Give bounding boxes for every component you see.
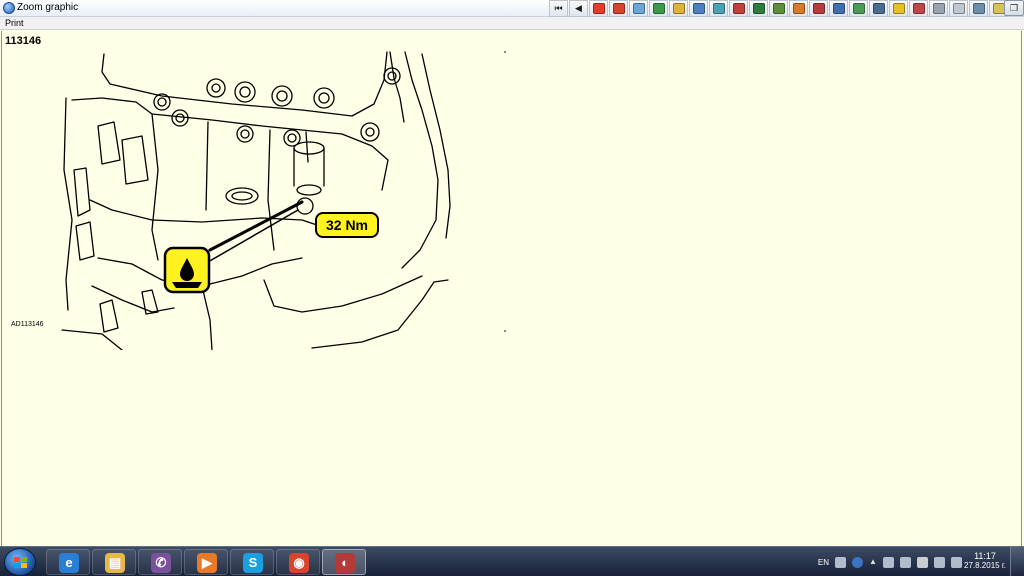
tool-8-icon	[752, 3, 765, 14]
tool-6-icon	[712, 3, 725, 14]
tool-11-icon	[812, 3, 825, 14]
taskbar-active-app[interactable]: ◐	[322, 549, 366, 575]
menu-bar: Print	[0, 17, 1024, 30]
tool-14-icon	[872, 3, 885, 14]
tool-3-button[interactable]	[649, 0, 668, 17]
tray-arrow-icon[interactable]: ▲	[869, 557, 877, 568]
taskbar-viber[interactable]: ✆	[138, 549, 182, 575]
taskbar-internet-explorer[interactable]: e	[46, 549, 90, 575]
tool-3-icon	[652, 3, 665, 14]
window-controls: ❐	[1003, 0, 1024, 17]
previous-button[interactable]: ◀	[569, 0, 588, 17]
tool-1-icon	[612, 3, 625, 14]
tool-17-button[interactable]	[929, 0, 948, 17]
tool-4-button[interactable]	[669, 0, 688, 17]
tool-2-button[interactable]	[629, 0, 648, 17]
internet-explorer-icon: e	[59, 553, 79, 573]
chrome-icon: ◉	[289, 553, 309, 573]
tool-10-button[interactable]	[789, 0, 808, 17]
active-app-icon: ◐	[335, 553, 355, 573]
tool-12-button[interactable]	[829, 0, 848, 17]
start-button[interactable]	[4, 548, 36, 576]
taskbar: e ▤ ✆ ▶ S ◉ ◐ EN ▲ 11:17 27.8.2015 г.	[0, 546, 1024, 576]
tool-15-icon	[892, 3, 905, 14]
corner-mark-bottom	[504, 330, 506, 332]
clock-date: 27.8.2015 г.	[964, 561, 1006, 570]
media-player-icon: ▶	[197, 553, 217, 573]
viber-icon: ✆	[151, 553, 171, 573]
tool-19-button[interactable]	[969, 0, 988, 17]
system-tray: EN ▲	[818, 547, 962, 576]
show-desktop-button[interactable]	[1010, 547, 1024, 576]
taskbar-skype[interactable]: S	[230, 549, 274, 575]
keyboard-icon[interactable]	[835, 556, 846, 568]
help-icon[interactable]	[852, 556, 863, 568]
tool-19-icon	[972, 3, 985, 14]
graphic-viewport: 113146 32 Nm AD113146	[1, 31, 1022, 547]
tool-17-icon	[932, 3, 945, 14]
tool-14-button[interactable]	[869, 0, 888, 17]
skype-icon: S	[243, 553, 263, 573]
tool-4-icon	[672, 3, 685, 14]
file-explorer-icon: ▤	[105, 553, 125, 573]
tool-9-icon	[772, 3, 785, 14]
figure-number: 113146	[5, 35, 42, 47]
tool-15-button[interactable]	[889, 0, 908, 17]
clock[interactable]: 11:17 27.8.2015 г.	[964, 551, 1006, 570]
warning-icon	[592, 3, 605, 14]
language-indicator[interactable]: EN	[818, 558, 829, 567]
tool-7-icon	[732, 3, 745, 14]
tool-16-button[interactable]	[909, 0, 928, 17]
windows-update-icon[interactable]	[934, 556, 945, 568]
tool-10-icon	[792, 3, 805, 14]
tool-5-icon	[692, 3, 705, 14]
menu-item-print[interactable]: Print	[5, 18, 24, 28]
tool-18-button[interactable]	[949, 0, 968, 17]
taskbar-media-player[interactable]: ▶	[184, 549, 228, 575]
tool-12-icon	[832, 3, 845, 14]
app-icon	[3, 2, 15, 14]
window-title: Zoom graphic	[17, 2, 79, 13]
tool-1-button[interactable]	[609, 0, 628, 17]
tool-9-button[interactable]	[769, 0, 788, 17]
clock-time: 11:17	[974, 551, 996, 561]
title-bar: Zoom graphic ⏮ ◀ ❐	[0, 0, 1024, 17]
windows-flag-icon	[14, 557, 27, 569]
taskbar-file-explorer[interactable]: ▤	[92, 549, 136, 575]
action-center-icon[interactable]	[917, 556, 928, 568]
tool-13-button[interactable]	[849, 0, 868, 17]
torque-label: 32 Nm	[315, 212, 379, 238]
tool-7-button[interactable]	[729, 0, 748, 17]
figure-code: AD113146	[11, 321, 44, 328]
tool-16-icon	[912, 3, 925, 14]
tool-8-button[interactable]	[749, 0, 768, 17]
first-page-button[interactable]: ⏮	[549, 0, 568, 17]
toolbar: ⏮ ◀	[549, 0, 1008, 17]
warning-button[interactable]	[589, 0, 608, 17]
network-icon[interactable]	[900, 556, 911, 568]
corner-mark-top	[504, 51, 506, 53]
tool-6-button[interactable]	[709, 0, 728, 17]
tool-11-button[interactable]	[809, 0, 828, 17]
tool-13-icon	[852, 3, 865, 14]
tool-2-icon	[632, 3, 645, 14]
flag-icon[interactable]	[951, 556, 962, 568]
technical-drawing	[61, 51, 451, 350]
volume-icon[interactable]	[883, 556, 894, 568]
tool-5-button[interactable]	[689, 0, 708, 17]
tool-18-icon	[952, 3, 965, 14]
restore-button[interactable]: ❐	[1004, 0, 1024, 16]
taskbar-chrome[interactable]: ◉	[276, 549, 320, 575]
